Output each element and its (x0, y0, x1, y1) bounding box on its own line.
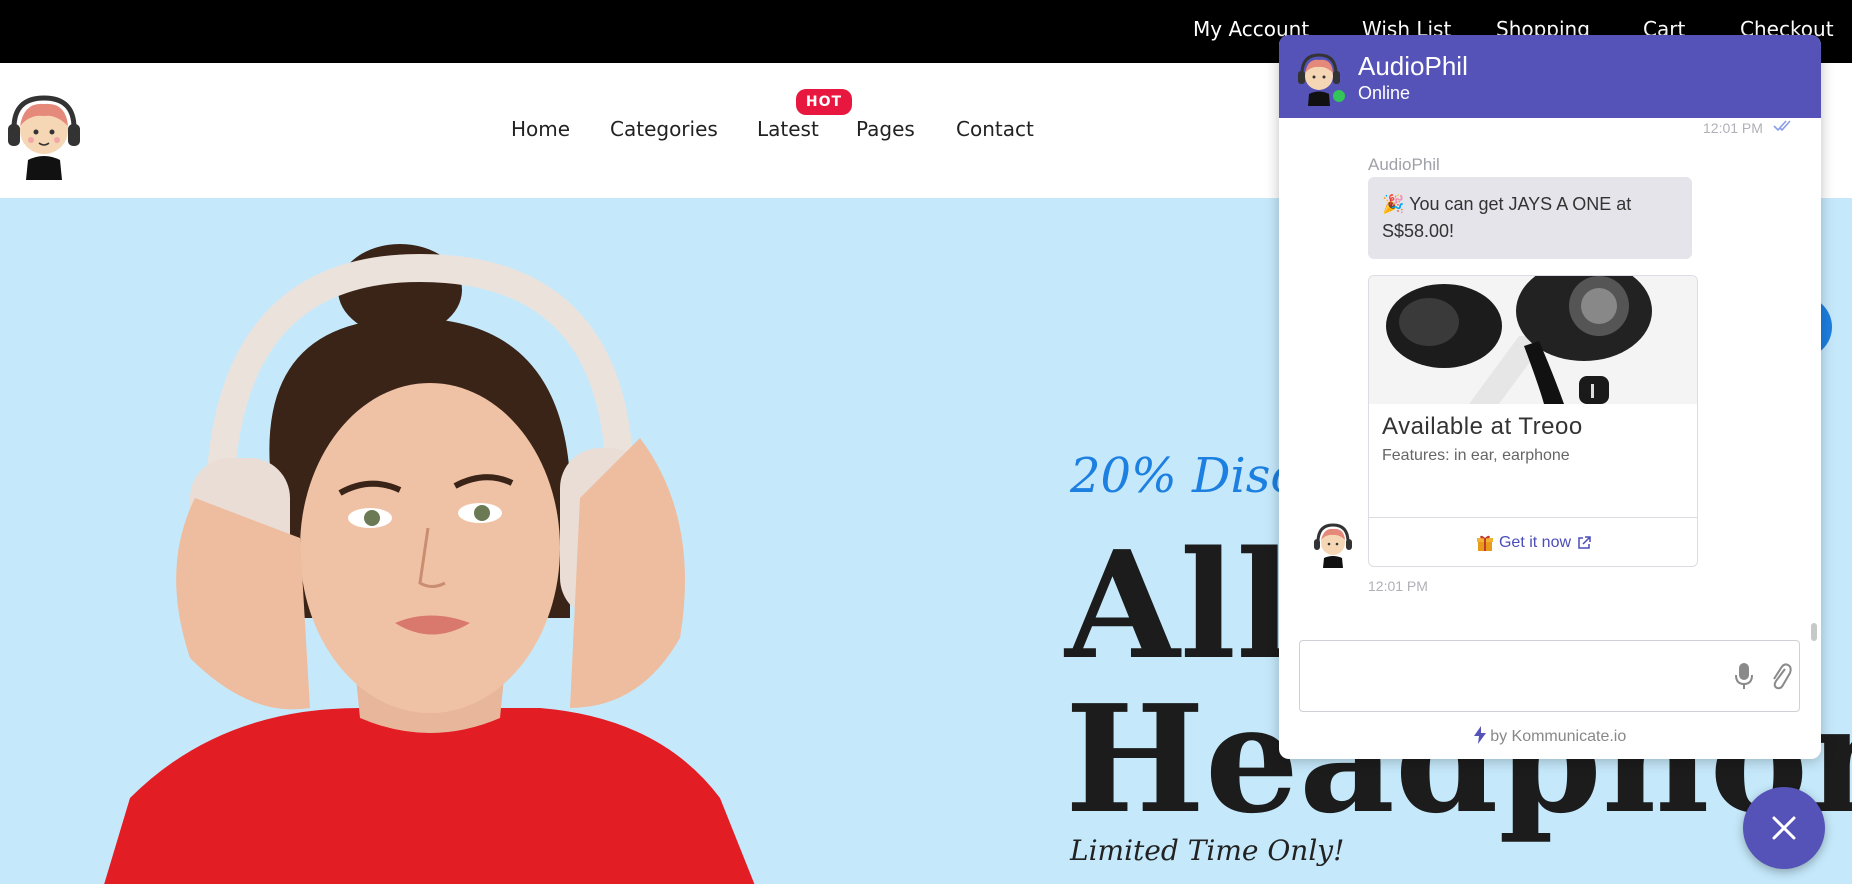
message-bubble: 🎉 You can get JAYS A ONE at S$58.00! (1368, 177, 1692, 259)
card-subtitle: Features: in ear, earphone (1382, 447, 1570, 464)
get-it-now-label: Get it now (1498, 534, 1572, 551)
message-input-box (1299, 640, 1800, 712)
agent-status: Online (1358, 83, 1411, 103)
online-status-dot (1331, 88, 1347, 104)
logo-mascot[interactable] (4, 90, 84, 180)
hero-tagline: Limited Time Only! (1070, 834, 1345, 867)
bolt-icon (1473, 726, 1486, 744)
nav-contact[interactable]: Contact (956, 117, 1034, 141)
nav-pages[interactable]: Pages (856, 117, 915, 141)
chat-messages[interactable]: 12:01 PM AudioPhil 🎉 You can get JAYS A … (1279, 118, 1821, 658)
card-title: Available at Treoo (1382, 413, 1583, 440)
chat-scrollbar[interactable] (1811, 623, 1817, 641)
powered-by-label: by Kommunicate.io (1490, 728, 1627, 745)
nav-home[interactable]: Home (511, 117, 570, 141)
paperclip-icon[interactable] (1768, 661, 1792, 691)
hot-badge: HOT (796, 89, 852, 115)
nav-latest[interactable]: Latest (757, 117, 819, 141)
nav-categories[interactable]: Categories (610, 117, 718, 141)
product-image (1369, 276, 1697, 404)
get-it-now-button[interactable]: Get it now (1369, 518, 1697, 566)
powered-by[interactable]: by Kommunicate.io (1279, 726, 1821, 746)
message-time: 12:01 PM (1368, 578, 1428, 594)
mic-icon[interactable] (1734, 661, 1754, 691)
chat-header: AudioPhil Online (1279, 35, 1821, 118)
product-card: Available at Treoo Features: in ear, ear… (1368, 275, 1698, 567)
agent-name: AudioPhil (1358, 51, 1468, 81)
hero-woman-headphones-image (104, 244, 755, 884)
double-check-icon (1773, 120, 1791, 132)
close-icon (1772, 816, 1796, 840)
close-chat-button[interactable] (1743, 787, 1825, 869)
gift-icon (1476, 535, 1493, 551)
message-sender: AudioPhil (1368, 155, 1440, 174)
external-link-icon (1578, 536, 1591, 549)
previous-message-time: 12:01 PM (1703, 120, 1763, 136)
message-avatar (1314, 523, 1352, 568)
message-input[interactable] (1310, 651, 1710, 701)
chat-widget: AudioPhil Online 12:01 PM AudioPhil 🎉 Yo… (1279, 35, 1821, 759)
